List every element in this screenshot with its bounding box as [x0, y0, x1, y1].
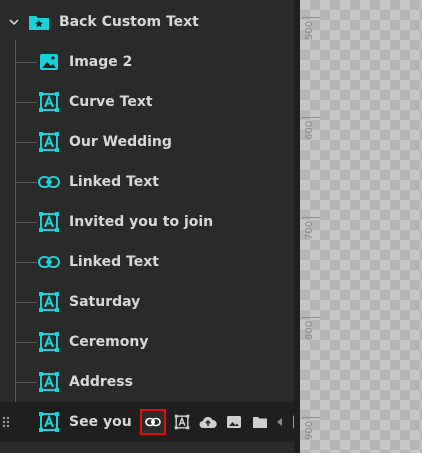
ruler-tick [302, 17, 320, 18]
add-text-button[interactable] [172, 412, 192, 432]
text-box-icon [38, 132, 60, 152]
layer-item-curve-text[interactable]: Curve Text [0, 82, 294, 122]
text-box-icon [38, 372, 60, 392]
layer-label: See you [69, 414, 132, 430]
vertical-ruler: 500 600 700 800 900 [300, 0, 322, 453]
text-box-icon [38, 212, 60, 232]
cloud-upload-icon [199, 416, 217, 428]
chevron-down-icon[interactable] [9, 17, 19, 27]
layer-item-linked-text[interactable]: Linked Text [0, 162, 294, 202]
ruler-label: 900 [304, 420, 315, 440]
layer-label: Our Wedding [69, 134, 172, 150]
text-box-icon [38, 292, 60, 312]
layer-item-saturday[interactable]: Saturday [0, 282, 294, 322]
text-box-icon [38, 332, 60, 352]
ruler-tick [302, 417, 320, 418]
add-image-button[interactable] [224, 412, 244, 432]
link-icon [145, 417, 161, 427]
layer-label: Ceremony [69, 334, 149, 350]
ruler-label: 500 [304, 20, 315, 40]
image-icon [227, 416, 241, 428]
layer-label: Curve Text [69, 94, 153, 110]
add-folder-button[interactable] [250, 412, 270, 432]
upload-button[interactable] [198, 412, 218, 432]
layer-action-toolbar [140, 409, 310, 435]
ruler-label: 600 [304, 120, 315, 140]
layer-item-image-2[interactable]: Image 2 [0, 42, 294, 82]
folder-icon [253, 417, 267, 428]
ruler-label: 700 [304, 220, 315, 240]
drag-handle-icon[interactable] [2, 416, 10, 428]
layer-item-linked-text[interactable]: Linked Text [0, 242, 294, 282]
design-canvas[interactable]: 500 600 700 800 900 [300, 0, 422, 453]
layer-label: Linked Text [69, 174, 159, 190]
layer-label: Saturday [69, 294, 141, 310]
layer-label: Linked Text [69, 254, 159, 270]
ruler-label: 800 [304, 320, 315, 340]
link-icon [38, 252, 60, 272]
layer-label: Invited you to join [69, 214, 214, 230]
link-button[interactable] [140, 409, 166, 435]
image-icon [38, 52, 60, 72]
layer-item-address[interactable]: Address [0, 362, 294, 402]
layer-label: Back Custom Text [59, 14, 199, 30]
layer-label: Image 2 [69, 54, 133, 70]
ruler-tick [302, 317, 320, 318]
layer-item-invited-you-to-join[interactable]: Invited you to join [0, 202, 294, 242]
folder-star-icon [28, 12, 50, 32]
text-box-icon [38, 92, 60, 112]
collapse-toolbar-button[interactable] [276, 412, 284, 432]
triangle-left-icon [277, 418, 282, 426]
layer-item-our-wedding[interactable]: Our Wedding [0, 122, 294, 162]
layers-panel: Back Custom Text Image 2 Curve Text Our … [0, 0, 307, 453]
text-box-icon [174, 414, 190, 430]
layer-label: Address [69, 374, 133, 390]
ruler-tick [302, 217, 320, 218]
ruler-tick [302, 117, 320, 118]
link-icon [38, 172, 60, 192]
layer-item-ceremony[interactable]: Ceremony [0, 322, 294, 362]
layer-group-back-custom-text[interactable]: Back Custom Text [0, 2, 294, 42]
text-box-icon [38, 412, 60, 432]
